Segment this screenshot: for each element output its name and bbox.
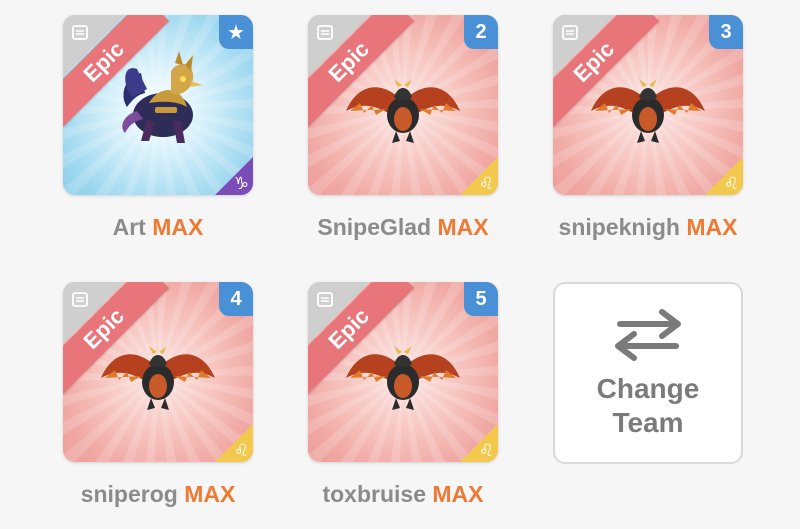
leo-icon: ♌ [460, 157, 498, 195]
team-position-badge: 4 [219, 282, 253, 316]
team-slot-2[interactable]: Epic 2 ♌ SnipeGlad MAX [308, 15, 500, 241]
leo-icon: ♌ [215, 424, 253, 462]
swap-arrows-icon [615, 309, 681, 361]
monster-name: Art [112, 214, 146, 240]
monster-name-label: sniperog MAX [63, 481, 253, 508]
calendar-icon [72, 25, 88, 40]
monster-name: toxbruise [322, 481, 426, 507]
level-max-label: MAX [686, 214, 738, 240]
leo-icon: ♌ [705, 157, 743, 195]
calendar-icon [72, 292, 88, 307]
monster-card[interactable]: Epic 3 ♌ [553, 15, 743, 195]
leo-icon: ♌ [460, 424, 498, 462]
level-max-label: MAX [152, 214, 204, 240]
monster-name: sniperog [80, 481, 178, 507]
team-slot-1[interactable]: Epic ★ ♑ Art MAX [63, 15, 255, 241]
monster-card[interactable]: Epic 4 ♌ [63, 282, 253, 462]
level-max-label: MAX [184, 481, 236, 507]
calendar-icon [562, 25, 578, 40]
change-team-label-line1: Change [596, 373, 700, 404]
monster-name-label: snipeknigh MAX [553, 214, 743, 241]
monster-card[interactable]: Epic 2 ♌ [308, 15, 498, 195]
change-team-label-line2: Team [612, 407, 684, 438]
team-slot-5[interactable]: Epic 5 ♌ toxbruise MAX [308, 282, 500, 508]
team-slot-3[interactable]: Epic 3 ♌ snipeknigh MAX [553, 15, 745, 241]
level-max-label: MAX [432, 481, 484, 507]
monster-card[interactable]: Epic 5 ♌ [308, 282, 498, 462]
team-position-badge: 2 [464, 15, 498, 49]
calendar-icon [317, 25, 333, 40]
monster-card[interactable]: Epic ★ ♑ [63, 15, 253, 195]
star-icon: ★ [219, 15, 253, 49]
change-team-button[interactable]: Change Team [553, 282, 743, 464]
team-position-badge: 5 [464, 282, 498, 316]
monster-name-label: SnipeGlad MAX [308, 214, 498, 241]
monster-name: SnipeGlad [317, 214, 432, 240]
monster-name-label: toxbruise MAX [308, 481, 498, 508]
calendar-icon [317, 292, 333, 307]
team-position-badge: 3 [709, 15, 743, 49]
change-team-label: Change Team [573, 372, 723, 440]
monster-name-label: Art MAX [63, 214, 253, 241]
monster-name: snipeknigh [558, 214, 680, 240]
level-max-label: MAX [437, 214, 489, 240]
team-slot-4[interactable]: Epic 4 ♌ sniperog MAX [63, 282, 255, 508]
capricorn-icon: ♑ [215, 157, 253, 195]
